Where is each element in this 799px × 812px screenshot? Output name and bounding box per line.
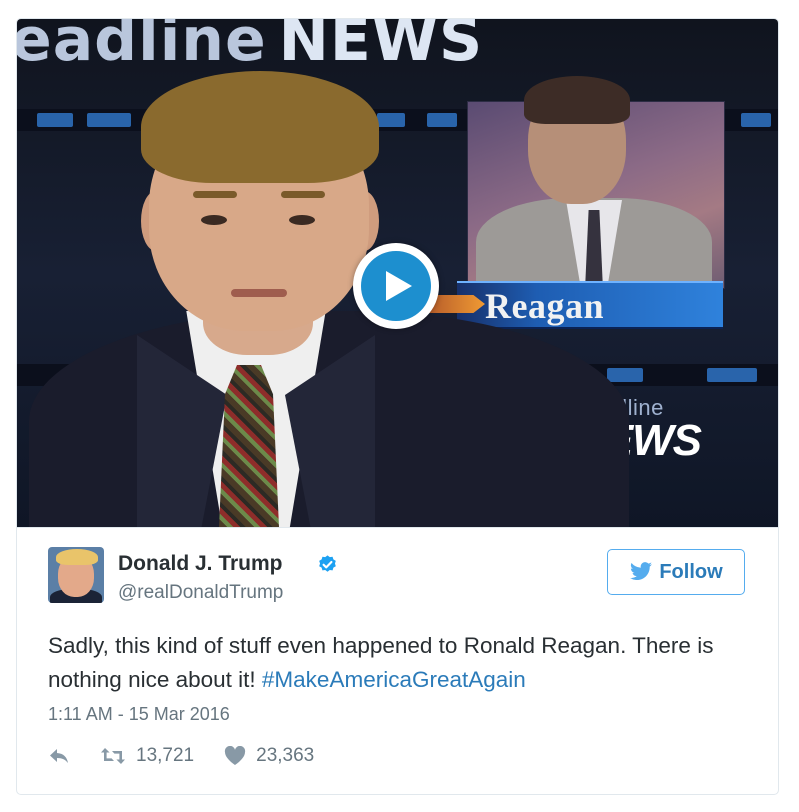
hashtag-link[interactable]: #MakeAmericaGreatAgain bbox=[262, 667, 526, 692]
anchor-mouth bbox=[231, 289, 287, 297]
studio-monitor bbox=[87, 113, 131, 127]
play-icon bbox=[385, 271, 412, 301]
follow-label: Follow bbox=[659, 560, 723, 583]
studio-banner-left: eadline bbox=[17, 19, 267, 75]
play-button-circle bbox=[361, 251, 431, 321]
twitter-bird-icon bbox=[630, 562, 653, 581]
follow-button[interactable]: Follow bbox=[607, 549, 745, 595]
reply-icon bbox=[50, 749, 68, 763]
author-name[interactable]: Donald J. Trump bbox=[118, 552, 283, 576]
like-button[interactable]: 23,363 bbox=[224, 745, 314, 767]
tweet-actions: 13,721 23,363 bbox=[48, 744, 344, 768]
media-divider bbox=[17, 527, 778, 528]
like-count: 23,363 bbox=[256, 745, 315, 766]
avatar[interactable] bbox=[48, 547, 104, 603]
studio-banner-text: eadline NEWS bbox=[17, 19, 571, 75]
studio-monitor bbox=[707, 368, 757, 382]
anchor-eye-right bbox=[289, 215, 315, 225]
play-button[interactable] bbox=[353, 243, 439, 329]
tweet-timestamp[interactable]: 1:11 AM - 15 Mar 2016 bbox=[48, 704, 230, 725]
inset-reagan-photo bbox=[467, 76, 725, 308]
anchor-tie bbox=[219, 365, 279, 527]
retweet-button[interactable]: 13,721 bbox=[100, 745, 194, 767]
studio-monitor bbox=[607, 368, 643, 382]
retweet-icon bbox=[101, 748, 125, 764]
studio-monitor bbox=[37, 113, 73, 127]
avatar-hair bbox=[56, 549, 98, 565]
studio-monitor bbox=[427, 113, 457, 127]
inset-hair bbox=[524, 76, 630, 124]
embedded-tweet-card: eadlineNEWS Reagan Headline NEWS bbox=[16, 18, 779, 795]
studio-banner-right: NEWS bbox=[278, 19, 484, 75]
reply-button[interactable] bbox=[48, 747, 70, 765]
studio-monitor bbox=[741, 113, 771, 127]
retweet-count: 13,721 bbox=[136, 745, 195, 766]
studio-monitor bbox=[377, 113, 405, 127]
anchor-brow-right bbox=[281, 191, 325, 198]
tweet-text: Sadly, this kind of stuff even happened … bbox=[48, 629, 758, 697]
author-handle[interactable]: @realDonaldTrump bbox=[118, 582, 283, 604]
video-thumbnail[interactable]: eadlineNEWS Reagan Headline NEWS bbox=[17, 19, 778, 527]
anchor-brow-left bbox=[193, 191, 237, 198]
anchor-hair bbox=[141, 71, 379, 183]
lower-third-name: Reagan bbox=[485, 286, 604, 326]
verified-badge-icon bbox=[319, 555, 336, 572]
anchor-eye-left bbox=[201, 215, 227, 225]
heart-icon bbox=[225, 746, 246, 765]
